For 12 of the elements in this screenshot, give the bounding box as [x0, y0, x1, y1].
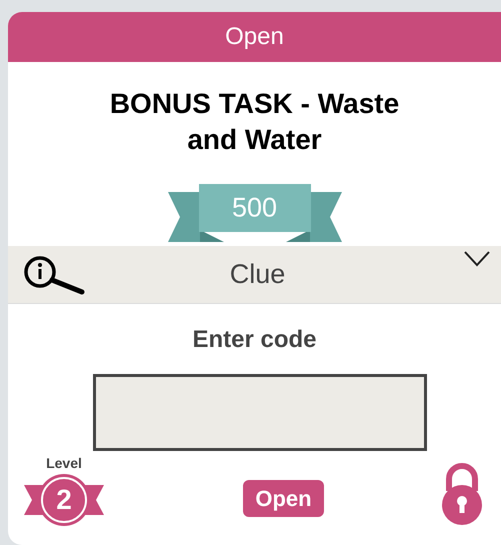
- clue-label: Clue: [230, 258, 286, 292]
- level-value: 2: [56, 486, 72, 514]
- clue-bar[interactable]: Clue: [8, 246, 501, 304]
- enter-code-label: Enter code: [192, 325, 317, 355]
- header-title: Open: [225, 22, 284, 52]
- open-button[interactable]: Open: [243, 480, 324, 517]
- code-field[interactable]: [93, 374, 427, 451]
- info-search-icon: [24, 254, 86, 296]
- level-label: Level: [46, 455, 82, 471]
- task-title: BONUS TASK - Waste and Water: [108, 87, 400, 157]
- points-value: 500: [232, 194, 278, 222]
- chevron-icon: [463, 250, 491, 268]
